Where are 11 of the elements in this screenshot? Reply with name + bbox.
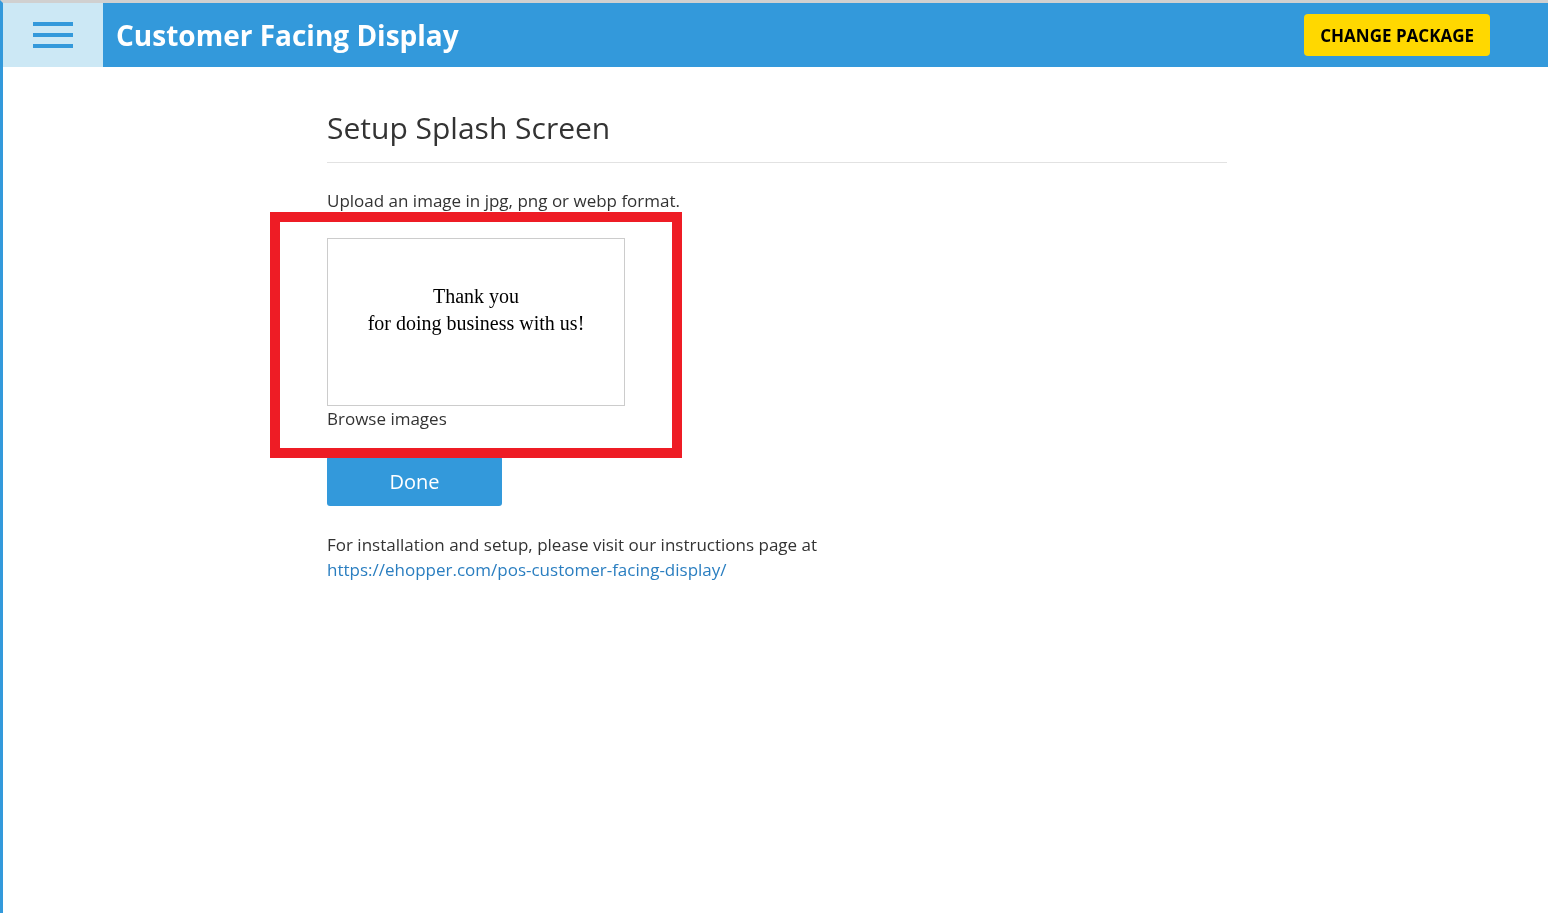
preview-text: Thank you [432,284,520,310]
preview-text: for doing business with us! [367,311,585,337]
page-title: Setup Splash Screen [327,107,1227,163]
app-title: Customer Facing Display [116,16,460,54]
menu-icon [33,22,73,48]
instructions-text: For installation and setup, please visit our instructions page at [327,532,819,557]
instructions-link[interactable]: https://ehopper.com/pos-customer-facing-display/ [327,557,727,582]
upload-hint: Upload an image in jpg, png or webp format. [327,189,681,213]
change-package-button[interactable]: CHANGE PACKAGE [1304,14,1490,56]
menu-button[interactable] [3,3,103,67]
browse-images-link[interactable]: Browse images [327,406,447,432]
